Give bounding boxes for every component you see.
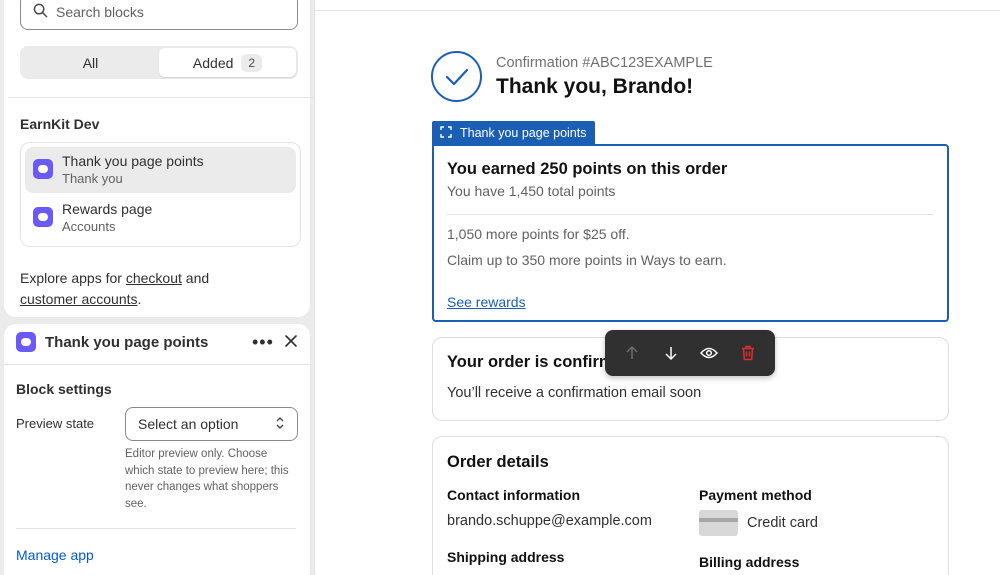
ways-to-earn-text: Claim up to 350 more points in Ways to e… (447, 252, 727, 268)
app-block-list: Thank you page points Thank you Rewards … (20, 142, 301, 247)
block-item-title: Thank you page points (62, 153, 204, 169)
payment-method-row: Credit card (699, 510, 818, 536)
preview-state-help-text: Editor preview only. Choose which state … (125, 448, 289, 510)
explore-apps-text: Explore apps for checkout and customer ac… (20, 268, 300, 310)
eye-icon[interactable] (694, 338, 724, 368)
shipping-address-label: Shipping address (447, 549, 565, 565)
blocks-card: Search blocks All Added 2 EarnKit Dev Th… (4, 0, 314, 317)
order-details-title: Order details (447, 453, 549, 471)
customer-accounts-link[interactable]: customer accounts (20, 291, 138, 307)
selected-block-tag[interactable]: Thank you page points (432, 121, 596, 145)
divider (315, 10, 1000, 11)
checkout-preview: Confirmation #ABC123EXAMPLE Thank you, B… (314, 0, 1000, 575)
search-icon (33, 3, 56, 21)
app-icon (33, 207, 53, 227)
segment-added-label: Added (192, 54, 234, 71)
billing-address-label: Billing address (699, 554, 800, 570)
divider (16, 528, 296, 529)
total-points-text: You have 1,450 total points (447, 183, 616, 199)
manage-app-link[interactable]: Manage app (16, 547, 94, 563)
block-select-icon (440, 125, 460, 141)
payment-section: Payment method Credit card Billing addre… (699, 487, 818, 570)
arrow-up-icon[interactable] (617, 338, 647, 368)
close-icon[interactable] (284, 334, 298, 353)
preview-state-label: Preview state (16, 416, 95, 431)
block-item-subtitle: Thank you (62, 171, 123, 186)
block-item-subtitle: Accounts (62, 219, 116, 234)
checkout-link[interactable]: checkout (126, 270, 182, 286)
divider (447, 214, 934, 215)
settings-title: Thank you page points (45, 333, 209, 351)
chevron-updown-icon (275, 416, 285, 433)
app-icon (16, 332, 36, 352)
confirmation-number: Confirmation #ABC123EXAMPLE (496, 55, 713, 71)
points-earned-heading: You earned 250 points on this order (447, 160, 728, 178)
added-count-badge: 2 (241, 53, 263, 72)
block-settings-card: Thank you page points ••• Block settings… (4, 324, 310, 575)
confirmation-email-text: You’ll receive a confirmation email soon (447, 385, 702, 401)
block-item-rewards-page[interactable]: Rewards page Accounts (25, 195, 296, 241)
more-actions-button[interactable]: ••• (252, 332, 274, 353)
block-item-thank-you-points[interactable]: Thank you page points Thank you (25, 147, 296, 193)
app-icon (33, 159, 53, 179)
block-settings-heading: Block settings (16, 381, 112, 397)
see-rewards-link[interactable]: See rewards (447, 294, 526, 310)
settings-header: Thank you page points (16, 332, 208, 352)
search-blocks-input[interactable]: Search blocks (20, 0, 298, 30)
segment-all[interactable]: All (22, 48, 159, 77)
segment-added[interactable]: Added 2 (159, 48, 296, 77)
block-tag-label: Thank you page points (460, 126, 587, 140)
next-reward-text: 1,050 more points for $25 off. (447, 226, 630, 242)
explore-middle: and (181, 270, 210, 286)
divider (8, 97, 314, 98)
search-placeholder: Search blocks (56, 4, 144, 20)
points-block[interactable]: You earned 250 points on this order You … (432, 144, 949, 322)
divider (4, 364, 310, 365)
explore-prefix: Explore apps for (20, 270, 126, 286)
credit-card-icon (699, 510, 738, 536)
explore-suffix: . (137, 291, 142, 307)
block-toolbar (605, 330, 775, 376)
select-value: Select an option (138, 416, 239, 432)
block-item-title: Rewards page (62, 201, 153, 217)
contact-info-section: Contact information brando.schuppe@examp… (447, 487, 652, 565)
contact-info-label: Contact information (447, 487, 580, 503)
thank-you-heading: Thank you, Brando! (496, 75, 694, 98)
filter-segmented-control: All Added 2 (20, 46, 298, 79)
preview-state-select[interactable]: Select an option (125, 407, 298, 441)
trash-icon[interactable] (733, 338, 763, 368)
contact-email: brando.schuppe@example.com (447, 513, 652, 529)
checkmark-icon (431, 51, 482, 102)
app-section-title: EarnKit Dev (20, 116, 100, 132)
segment-all-label: All (82, 54, 99, 71)
order-details-card: Order details Contact information brando… (432, 436, 949, 575)
left-panel: Search blocks All Added 2 EarnKit Dev Th… (0, 0, 314, 575)
arrow-down-icon[interactable] (656, 338, 686, 368)
payment-method-value: Credit card (747, 514, 818, 531)
payment-method-label: Payment method (699, 487, 812, 503)
